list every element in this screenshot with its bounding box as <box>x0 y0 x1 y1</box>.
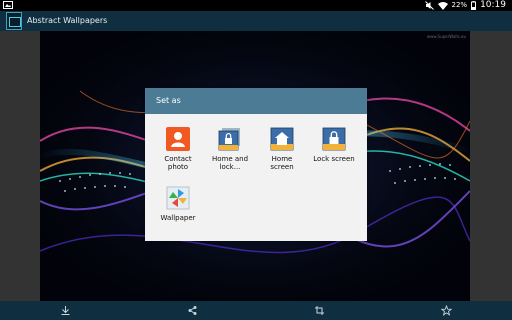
crop-button[interactable] <box>311 302 328 319</box>
screenshot-icon <box>3 1 13 9</box>
option-label-line: Lock screen <box>313 155 355 163</box>
right-gutter <box>470 31 512 301</box>
option-label-line: Contact <box>164 155 192 163</box>
option-label-line: Home <box>271 155 293 163</box>
status-bar: 22% 10:19 <box>0 0 512 11</box>
action-bar: Abstract Wallpapers <box>0 11 512 31</box>
favorite-icon <box>441 305 452 316</box>
wallpaper-icon <box>166 186 190 210</box>
option-label-line: screen <box>270 163 294 171</box>
option-label-line: lock... <box>219 163 241 171</box>
clock: 10:19 <box>480 0 506 10</box>
set-as-dialog: Set as Contact photo Home and lock... Ho… <box>145 88 367 241</box>
home-screen-icon <box>270 127 294 151</box>
option-label-line: photo <box>167 163 189 171</box>
home-and-lock-icon <box>218 127 242 151</box>
dialog-title: Set as <box>145 88 367 114</box>
option-home-and-lock[interactable]: Home and lock... <box>206 127 254 171</box>
abstract-wallpapers-app-icon[interactable] <box>6 12 22 30</box>
lock-screen-icon <box>322 127 346 151</box>
contact-photo-icon <box>166 127 190 151</box>
option-home-screen[interactable]: Home screen <box>258 127 306 171</box>
option-contact-photo[interactable]: Contact photo <box>154 127 202 171</box>
app-title: Abstract Wallpapers <box>27 16 108 25</box>
battery-icon <box>471 1 477 10</box>
option-label-line: Wallpaper <box>160 214 196 222</box>
left-gutter <box>0 31 40 301</box>
download-icon <box>61 306 70 315</box>
wallpaper-watermark: www.SuperWalls.eu <box>426 34 466 39</box>
status-right: 22% 10:19 <box>424 0 506 11</box>
wifi-icon <box>437 1 448 10</box>
battery-percent: 22% <box>451 1 468 9</box>
option-lock-screen[interactable]: Lock screen <box>310 127 358 163</box>
option-wallpaper[interactable]: Wallpaper <box>154 186 202 222</box>
crop-icon <box>315 306 324 315</box>
option-label-line: Home and <box>211 155 249 163</box>
share-button[interactable] <box>184 302 201 319</box>
mute-icon <box>424 1 434 10</box>
bottom-action-bar <box>0 301 512 320</box>
favorite-button[interactable] <box>438 302 455 319</box>
share-icon <box>188 306 197 315</box>
download-button[interactable] <box>57 302 74 319</box>
